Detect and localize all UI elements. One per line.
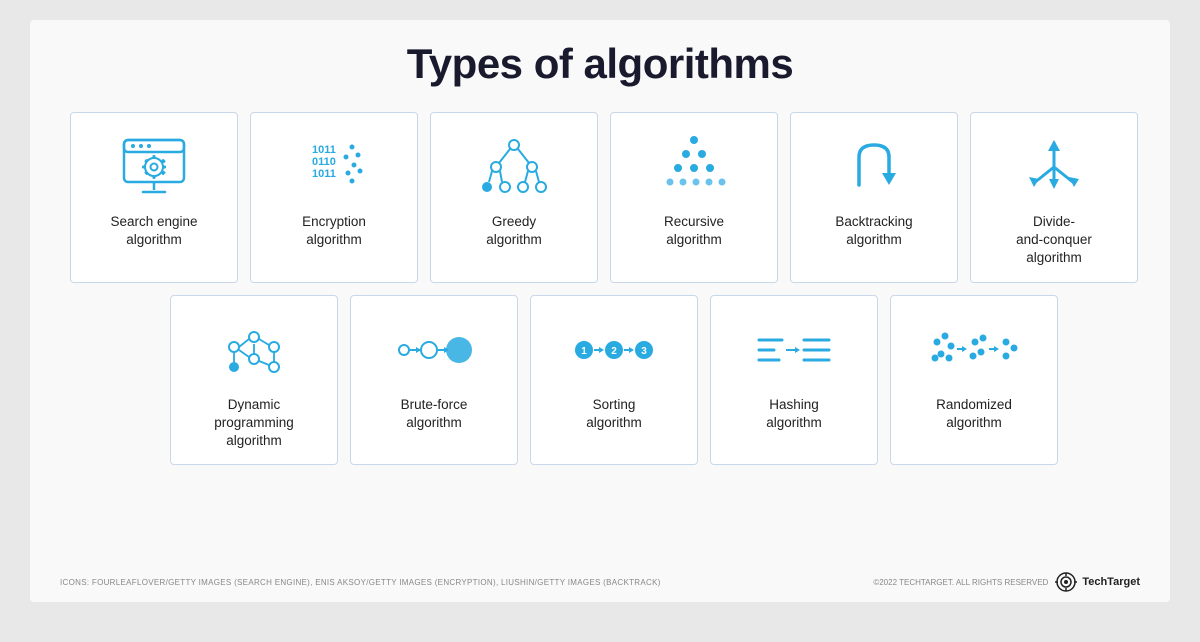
card-randomized: Randomizedalgorithm (890, 295, 1058, 466)
recursive-icon (659, 131, 729, 203)
footer: ICONS: FOURLEAFLOVER/GETTY IMAGES (SEARC… (60, 572, 1140, 592)
card-greedy: Greedyalgorithm (430, 112, 598, 283)
hashing-label: Hashingalgorithm (766, 396, 822, 432)
footer-credits: ICONS: FOURLEAFLOVER/GETTY IMAGES (SEARC… (60, 578, 661, 587)
brand-name: TechTarget (1082, 576, 1140, 588)
row-1: Search enginealgorithm 1011 0110 1011 (70, 112, 1140, 283)
card-divide-conquer: Divide-and-conqueralgorithm (970, 112, 1138, 283)
divide-conquer-icon (1019, 131, 1089, 203)
page-title: Types of algorithms (60, 40, 1140, 88)
backtracking-label: Backtrackingalgorithm (835, 213, 912, 249)
dynamic-programming-label: Dynamicprogrammingalgorithm (214, 396, 294, 451)
svg-text:3: 3 (641, 346, 647, 357)
sorting-label: Sortingalgorithm (586, 396, 642, 432)
card-encryption: 1011 0110 1011 Encryptionalgorithm (250, 112, 418, 283)
recursive-label: Recursivealgorithm (664, 213, 724, 249)
hashing-icon (754, 314, 834, 386)
divide-conquer-label: Divide-and-conqueralgorithm (1016, 213, 1092, 268)
svg-text:0110: 0110 (312, 156, 336, 168)
dynamic-programming-icon (219, 314, 289, 386)
greedy-icon (479, 131, 549, 203)
card-backtracking: Backtrackingalgorithm (790, 112, 958, 283)
card-recursive: Recursivealgorithm (610, 112, 778, 283)
card-hashing: Hashingalgorithm (710, 295, 878, 466)
brute-force-icon (394, 314, 474, 386)
sorting-icon: 1 2 3 (574, 314, 654, 386)
card-dynamic-programming: Dynamicprogrammingalgorithm (170, 295, 338, 466)
card-sorting: 1 2 3 Sortingalgorithm (530, 295, 698, 466)
svg-text:1011: 1011 (312, 168, 336, 180)
footer-copyright: ©2022 TECHTARGET. ALL RIGHTS RESERVED (873, 578, 1048, 587)
randomized-label: Randomizedalgorithm (936, 396, 1012, 432)
backtracking-icon (839, 131, 909, 203)
search-engine-label: Search enginealgorithm (110, 213, 197, 249)
search-engine-icon (119, 131, 189, 203)
svg-text:1: 1 (581, 346, 587, 357)
card-search-engine: Search enginealgorithm (70, 112, 238, 283)
techtarget-logo: TechTarget (1054, 572, 1140, 592)
brute-force-label: Brute-forcealgorithm (401, 396, 468, 432)
greedy-label: Greedyalgorithm (486, 213, 542, 249)
card-brute-force: Brute-forcealgorithm (350, 295, 518, 466)
svg-text:2: 2 (611, 346, 617, 357)
footer-right: ©2022 TECHTARGET. ALL RIGHTS RESERVED Te… (873, 572, 1140, 592)
svg-text:1011: 1011 (312, 144, 336, 156)
encryption-icon: 1011 0110 1011 (302, 131, 367, 203)
main-card: Types of algorithms (30, 20, 1170, 602)
row-2: Dynamicprogrammingalgorithm Brute-forcea… (170, 295, 1140, 466)
encryption-label: Encryptionalgorithm (302, 213, 366, 249)
randomized-icon (929, 314, 1019, 386)
